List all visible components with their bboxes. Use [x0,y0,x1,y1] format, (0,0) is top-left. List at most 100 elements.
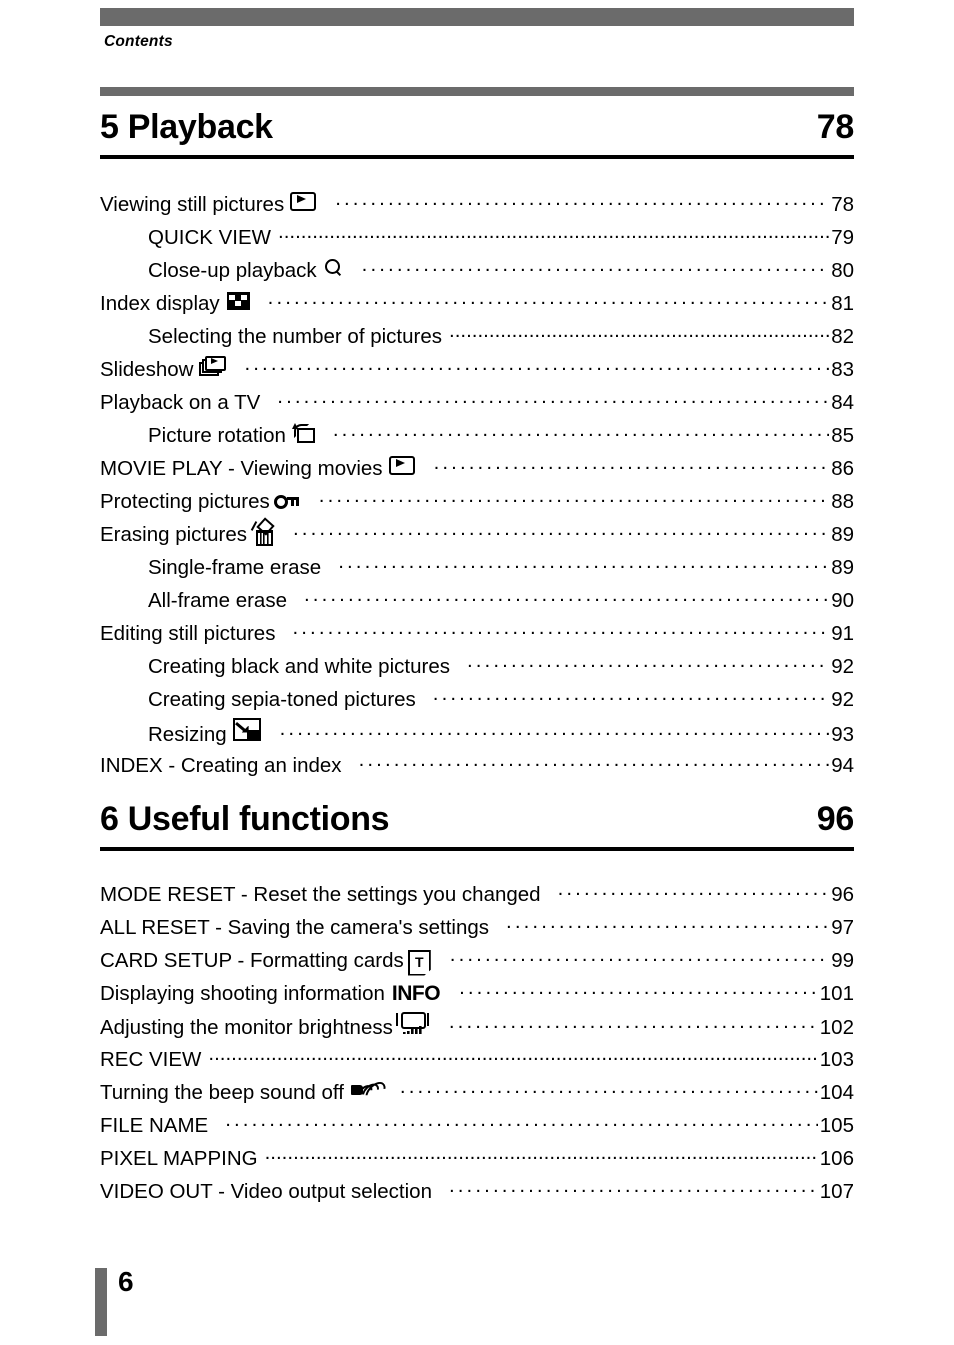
toc-entry-page-number: 92 [831,654,854,678]
toc-entry-page-number: 85 [831,423,854,447]
play-icon [388,455,415,475]
toc-entry[interactable]: Turning the beep sound off 104 [100,1077,854,1111]
trash-icon [250,517,275,546]
toc-entry-page-number: 83 [831,357,854,381]
toc-entry[interactable]: ALL RESET - Saving the camera's settings… [100,913,854,946]
toc-leader-dots [449,1014,818,1035]
index-checkerboard-icon [226,291,250,310]
toc-entry-label-group: Protecting pictures [100,490,318,514]
toc-entry[interactable]: All-frame erase 90 [100,586,854,619]
toc-entry-page-number: 101 [819,981,854,1005]
toc-entry-page-number: 78 [831,192,854,216]
toc-entry[interactable]: Selecting the number of pictures 82 [100,322,854,355]
toc-entry[interactable]: QUICK VIEW 79 [100,223,854,256]
toc-entry-page-number: 105 [819,1113,854,1137]
toc-entry-title: Displaying shooting information [100,981,385,1005]
toc-entry[interactable]: Protecting pictures 88 [100,487,854,520]
toc-entry-label-group: MOVIE PLAY - Viewing movies [100,455,433,481]
toc-entry[interactable]: VIDEO OUT - Video output selection 107 [100,1177,854,1210]
toc-entry-label-group: QUICK VIEW [148,226,277,250]
toc-entry-page-number: 93 [831,723,854,746]
header-accent-bar [100,8,854,26]
toc-entry-label-group: Editing still pictures [100,622,291,646]
toc-entry[interactable]: Displaying shooting informationINFO 101 [100,979,854,1012]
toc-entry-label-group: Creating sepia-toned pictures [148,688,432,712]
toc-entry[interactable]: Slideshow 83 [100,355,854,388]
toc-entry-page-number: 84 [831,390,854,414]
toc-entry-label-group: Resizing [148,718,279,747]
toc-leader-dots [208,1045,817,1066]
toc-leader-dots [450,946,829,967]
toc-entry-label-group: Picture rotation [148,422,332,448]
toc-list-playback: Viewing still pictures 78 QUICK VIEW 79 Clos… [100,190,854,784]
toc-entry-label-group: Playback on a TV [100,391,276,415]
toc-leader-dots [359,751,830,772]
toc-entry-page-number: 97 [831,915,854,939]
toc-entry[interactable]: Resizing 93 [100,718,854,751]
toc-leader-dots [467,652,829,673]
toc-entry-title: VIDEO OUT - Video output selection [100,1179,432,1203]
toc-entry-title: Close-up playback [148,258,317,282]
toc-leader-dots [558,880,830,901]
toc-entry[interactable]: Index display 81 [100,289,854,322]
slideshow-icon [199,355,227,376]
chapter-title: 5 Playback [100,108,273,146]
toc-entry-title: Slideshow [100,357,194,381]
toc-entry[interactable]: PIXEL MAPPING 106 [100,1144,854,1177]
toc-entry[interactable]: MOVIE PLAY - Viewing movies 86 [100,454,854,487]
toc-entry[interactable]: REC VIEW 103 [100,1045,854,1078]
toc-entry-title: Single-frame erase [148,555,322,579]
toc-entry-label-group: Erasing pictures [100,517,292,547]
toc-entry-title: REC VIEW [100,1047,202,1071]
toc-entry[interactable]: Creating sepia-toned pictures 92 [100,685,854,718]
toc-entry-label-group: FILE NAME [100,1114,224,1138]
toc-leader-dots [333,421,829,442]
toc-entry-label-group: Adjusting the monitor brightness [100,1012,448,1040]
toc-entry-label-group: Single-frame erase [148,556,337,580]
toc-entry-label-group: Close-up playback [148,258,361,283]
toc-entry-title: Viewing still pictures [100,192,285,216]
toc-entry[interactable]: Adjusting the monitor brightness 102 [100,1012,854,1045]
toc-entry-label-group: Displaying shooting information INFO [100,982,458,1006]
toc-leader-dots [506,913,829,934]
resize-icon [232,718,261,741]
toc-entry-page-number: 86 [831,456,854,480]
running-head: Contents [104,33,173,50]
chapter-page-number: 78 [816,108,855,146]
toc-entry[interactable]: Creating black and white pictures 92 [100,652,854,685]
toc-entry[interactable]: INDEX - Creating an index 94 [100,751,854,784]
toc-entry-page-number: 103 [819,1047,854,1071]
toc-entry-label-group: Selecting the number of pictures [148,325,448,349]
toc-entry[interactable]: Close-up playback 80 [100,256,854,289]
toc-entry-page-number: 102 [819,1016,854,1039]
toc-entry-title: MOVIE PLAY - Viewing movies [100,456,383,480]
chapter-heading-useful-functions: 6 Useful functions 96 [100,800,854,839]
toc-list-useful-functions: MODE RESET - Reset the settings you chan… [100,880,854,1210]
toc-entry[interactable]: MODE RESET - Reset the settings you chan… [100,880,854,913]
toc-entry-title: PIXEL MAPPING [100,1146,258,1170]
toc-entry[interactable]: FILE NAME 105 [100,1111,854,1144]
toc-entry[interactable]: Picture rotation 85 [100,421,854,454]
section-divider-bar [100,87,854,96]
toc-entry-label-group: Slideshow [100,355,243,382]
chapter-title: 6 Useful functions [100,800,390,838]
toc-entry-title: FILE NAME [100,1113,209,1137]
toc-leader-dots [268,289,830,310]
info-icon: INFO [391,981,441,1005]
toc-entry[interactable]: Erasing pictures 89 [100,517,854,553]
toc-entry-title: Erasing pictures [100,523,247,546]
toc-leader-dots [362,256,830,277]
toc-entry-title: Resizing [148,723,227,746]
toc-entry[interactable]: Viewing still pictures 78 [100,190,854,223]
toc-entry[interactable]: CARD SETUP - Formatting cardsT 99 [100,946,854,979]
toc-entry-page-number: 80 [831,258,854,282]
toc-entry-page-number: 94 [831,753,854,777]
beep-sound-icon [350,1077,390,1106]
toc-entry[interactable]: Single-frame erase 89 [100,553,854,586]
toc-entry-title: All-frame erase [148,588,287,612]
toc-entry-page-number: 96 [831,882,854,906]
toc-leader-dots [319,487,829,508]
toc-entry[interactable]: Playback on a TV 84 [100,388,854,421]
toc-entry[interactable]: Editing still pictures 91 [100,619,854,652]
toc-leader-dots [335,190,829,211]
